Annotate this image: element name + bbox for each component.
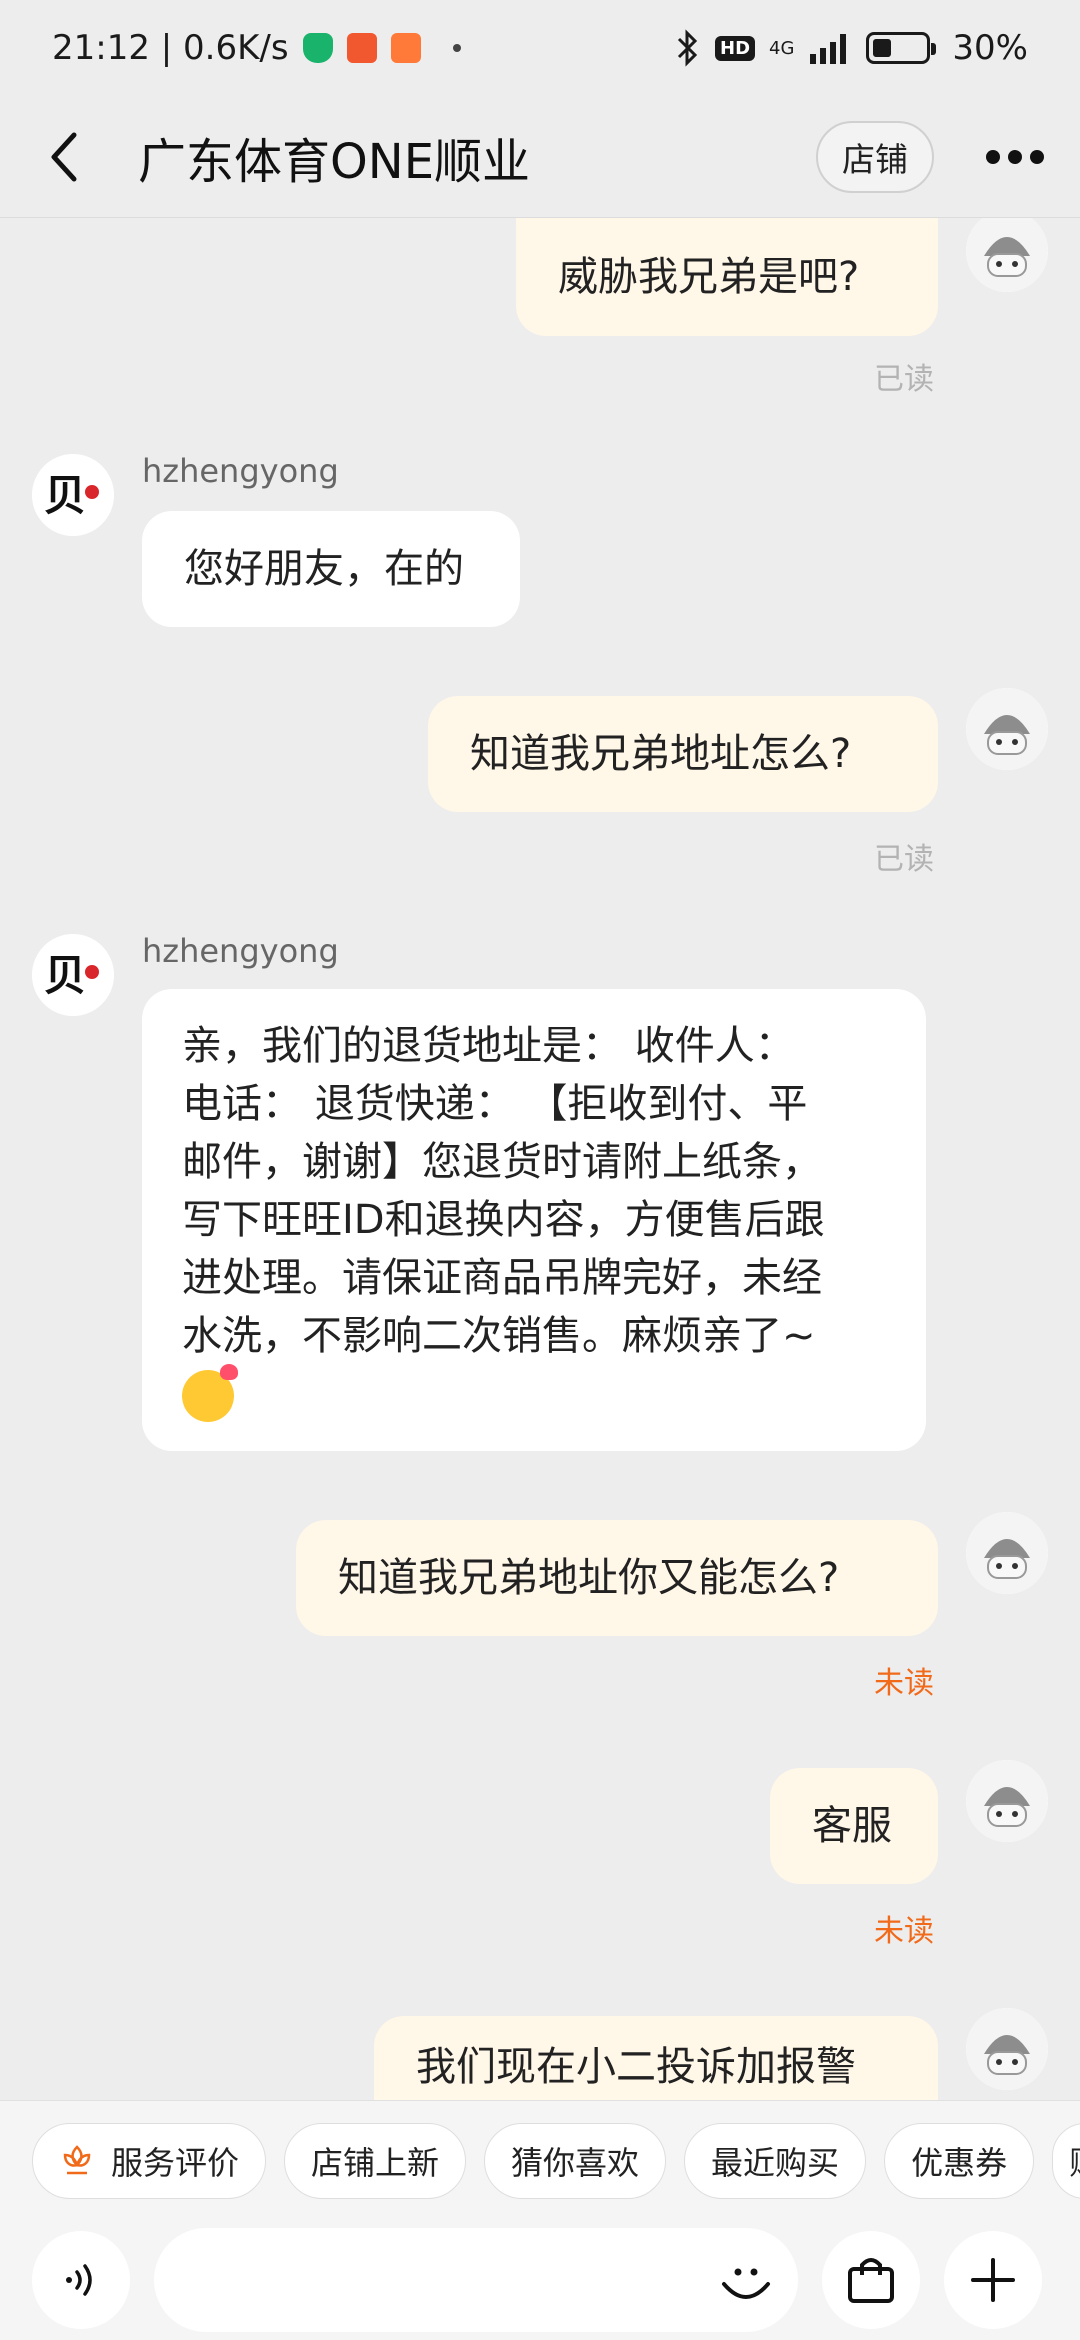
shop-title: 广东体育ONE顺业 — [138, 133, 531, 190]
unread-status: 未读 — [874, 1666, 934, 1701]
outgoing-message[interactable]: 我们现在小二投诉加报警 — [374, 2016, 938, 2100]
message-line: 进处理。请保证商品吊牌完好，未经 — [182, 1255, 822, 1301]
my-avatar[interactable] — [966, 218, 1048, 292]
hugging-face-emoji-icon — [182, 1364, 238, 1422]
message-text: 客服 — [812, 1803, 892, 1849]
time-speed: 21:12 | 0.6K/s — [52, 28, 289, 68]
voice-icon — [66, 2264, 92, 2296]
message-text: 知道我兄弟地址你又能怎么? — [338, 1555, 840, 1601]
chip-label: 优惠券 — [911, 2143, 1008, 2182]
message-line: 水洗，不影响二次销售。麻烦亲了~ — [182, 1313, 816, 1359]
more-options-icon[interactable] — [986, 149, 1044, 164]
shop-button[interactable]: 店铺 — [816, 120, 934, 193]
outgoing-message[interactable]: 知道我兄弟地址怎么? — [428, 696, 938, 812]
hd-badge: HD — [715, 35, 756, 61]
svg-text:贝: 贝 — [44, 951, 86, 1000]
chip-recent-purchases[interactable]: 最近购买 — [684, 2122, 867, 2199]
message-text: 知道我兄弟地址怎么? — [470, 731, 852, 777]
outgoing-message[interactable]: 威胁我兄弟是吧? — [516, 218, 938, 336]
shop-avatar[interactable]: 贝 — [32, 454, 114, 536]
read-status: 已读 — [874, 842, 934, 877]
chip-label: 赠 — [1069, 2138, 1080, 2184]
chip-service-review[interactable]: 服务评价 — [32, 2122, 267, 2199]
my-avatar[interactable] — [966, 2008, 1048, 2090]
message-input[interactable] — [154, 2228, 798, 2332]
more-tools-button[interactable] — [944, 2231, 1042, 2329]
chat-area[interactable]: 威胁我兄弟是吧? 已读 贝 hzhengyong 您好朋友，在的 知道我兄弟地址… — [0, 218, 1080, 2100]
security-shield-icon — [302, 33, 333, 63]
message-line: 电话： 退货快递： 【拒收到付、平 — [182, 1081, 808, 1127]
unread-status: 未读 — [874, 1914, 934, 1949]
sender-name: hzhengyong — [142, 452, 339, 490]
message-text: 威胁我兄弟是吧? — [558, 254, 860, 300]
battery-percent: 30% — [952, 28, 1028, 68]
message-line: 亲，我们的退货地址是： 收件人： — [182, 1023, 795, 1069]
plus-icon — [971, 2258, 1015, 2302]
chip-label: 店铺上新 — [311, 2143, 440, 2182]
status-bar: 21:12 | 0.6K/s HD 4G 30% — [0, 0, 1080, 96]
shopping-app-icon — [390, 33, 421, 63]
my-avatar[interactable] — [966, 1760, 1048, 1842]
quick-actions-bar: 服务评价 店铺上新 猜你喜欢 最近购买 优惠券 赠 — [0, 2100, 1080, 2220]
signal-icon — [810, 34, 847, 64]
flower-icon — [63, 2144, 91, 2174]
chip-guess-you-like[interactable]: 猜你喜欢 — [484, 2122, 667, 2199]
shop-avatar[interactable]: 贝 — [32, 934, 114, 1016]
bluetooth-icon — [677, 29, 698, 67]
status-right: HD 4G 30% — [675, 28, 1028, 68]
message-text: 您好朋友，在的 — [184, 546, 464, 592]
back-arrow-icon[interactable] — [36, 129, 92, 185]
message-line: 写下旺旺ID和退换内容，方便售后跟 — [182, 1197, 825, 1243]
battery-icon — [866, 32, 937, 64]
notification-dot-icon — [452, 44, 461, 52]
voice-input-button[interactable] — [32, 2231, 130, 2329]
emoji-icon[interactable] — [716, 2250, 776, 2310]
product-button[interactable] — [822, 2231, 920, 2329]
chip-more[interactable]: 赠 — [1052, 2122, 1080, 2199]
input-bar — [0, 2220, 1080, 2340]
my-avatar[interactable] — [966, 688, 1048, 770]
sender-name: hzhengyong — [142, 932, 339, 970]
chip-label: 猜你喜欢 — [511, 2143, 640, 2182]
read-status: 已读 — [874, 362, 934, 397]
status-left: 21:12 | 0.6K/s — [52, 28, 461, 68]
message-line: 邮件，谢谢】您退货时请附上纸条， — [182, 1139, 822, 1185]
incoming-message[interactable]: 您好朋友，在的 — [142, 511, 520, 627]
network-type: 4G — [769, 37, 795, 59]
chip-label: 服务评价 — [111, 2143, 240, 2182]
chat-header: 广东体育ONE顺业 店铺 — [0, 96, 1080, 218]
incoming-message[interactable]: 亲，我们的退货地址是： 收件人： 电话： 退货快递： 【拒收到付、平 邮件，谢谢… — [142, 989, 926, 1451]
outgoing-message[interactable]: 客服 — [770, 1768, 938, 1884]
my-avatar[interactable] — [966, 1512, 1048, 1594]
chip-new-arrivals[interactable]: 店铺上新 — [284, 2122, 467, 2199]
chip-label: 最近购买 — [711, 2143, 840, 2182]
outgoing-message[interactable]: 知道我兄弟地址你又能怎么? — [296, 1520, 938, 1636]
svg-text:贝: 贝 — [44, 471, 86, 520]
message-text: 我们现在小二投诉加报警 — [416, 2044, 856, 2090]
mi-app-icon — [346, 33, 377, 63]
shopping-bag-icon — [848, 2258, 894, 2303]
chip-coupons[interactable]: 优惠券 — [884, 2122, 1035, 2199]
